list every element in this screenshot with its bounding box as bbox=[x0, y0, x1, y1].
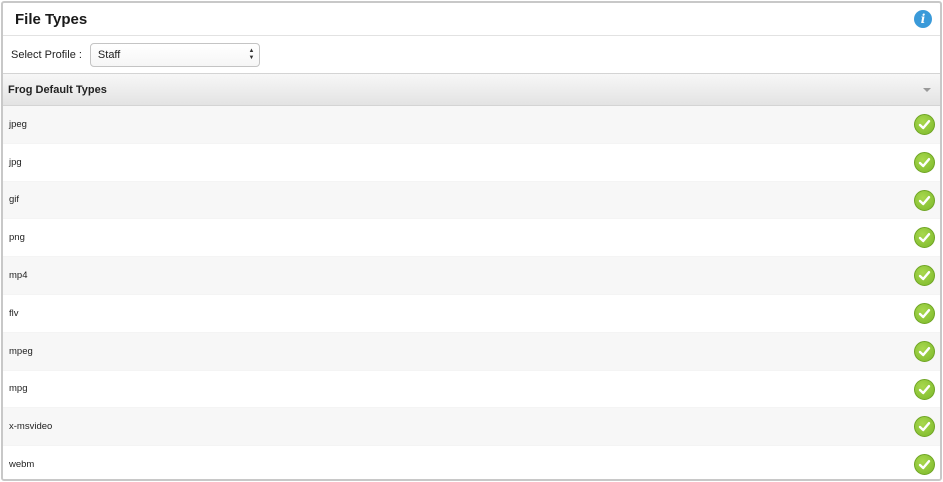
list-item: webm bbox=[3, 446, 940, 479]
info-icon[interactable]: i bbox=[914, 10, 932, 28]
list-item: gif bbox=[3, 181, 940, 220]
panel-header: File Types i bbox=[3, 3, 940, 36]
select-profile-label: Select Profile : bbox=[11, 48, 82, 61]
checkmark-icon[interactable] bbox=[914, 151, 935, 173]
checkmark-icon[interactable] bbox=[914, 114, 935, 135]
profile-select-value: Staff bbox=[97, 48, 121, 61]
file-type-label: flv bbox=[9, 307, 19, 319]
file-type-label: mpg bbox=[9, 383, 28, 395]
file-type-label: mpeg bbox=[9, 345, 33, 357]
checkmark-icon[interactable] bbox=[914, 227, 935, 249]
checkmark-icon[interactable] bbox=[914, 454, 935, 476]
file-type-label: gif bbox=[9, 194, 20, 206]
file-type-label: x-msvideo bbox=[9, 421, 53, 433]
profile-select[interactable]: Staff ▲ ▼ bbox=[89, 42, 260, 67]
list-item: flv bbox=[3, 294, 940, 333]
file-type-label: png bbox=[9, 232, 25, 244]
section-header-frog-default-types[interactable]: Frog Default Types bbox=[3, 73, 940, 106]
file-type-list: jpeg jpg gif png mp4 flv mpeg mpg x-msvideo webm bbox=[3, 106, 940, 479]
file-type-label: jpeg bbox=[9, 118, 27, 130]
collapse-caret-icon[interactable] bbox=[923, 88, 931, 92]
list-item: jpeg bbox=[3, 106, 940, 144]
select-arrows-icon: ▲ ▼ bbox=[248, 47, 255, 61]
file-type-label: webm bbox=[9, 459, 35, 471]
checkmark-icon[interactable] bbox=[914, 302, 935, 324]
list-item: png bbox=[3, 219, 940, 258]
checkmark-icon[interactable] bbox=[914, 378, 935, 400]
checkmark-icon[interactable] bbox=[914, 340, 935, 362]
file-type-label: jpg bbox=[9, 156, 22, 168]
checkmark-icon[interactable] bbox=[914, 265, 935, 287]
checkmark-icon[interactable] bbox=[914, 416, 935, 438]
page-title: File Types bbox=[15, 10, 88, 28]
list-item: jpg bbox=[3, 143, 940, 182]
profile-selector-row: Select Profile : Staff ▲ ▼ bbox=[3, 36, 940, 73]
list-item: mpg bbox=[3, 370, 940, 409]
list-item: mpeg bbox=[3, 332, 940, 371]
checkmark-icon[interactable] bbox=[914, 189, 935, 211]
list-item: x-msvideo bbox=[3, 408, 940, 447]
file-types-panel: File Types i Select Profile : Staff ▲ ▼ F… bbox=[1, 1, 942, 481]
file-type-label: mp4 bbox=[9, 270, 28, 282]
list-item: mp4 bbox=[3, 257, 940, 295]
section-title: Frog Default Types bbox=[8, 83, 107, 96]
